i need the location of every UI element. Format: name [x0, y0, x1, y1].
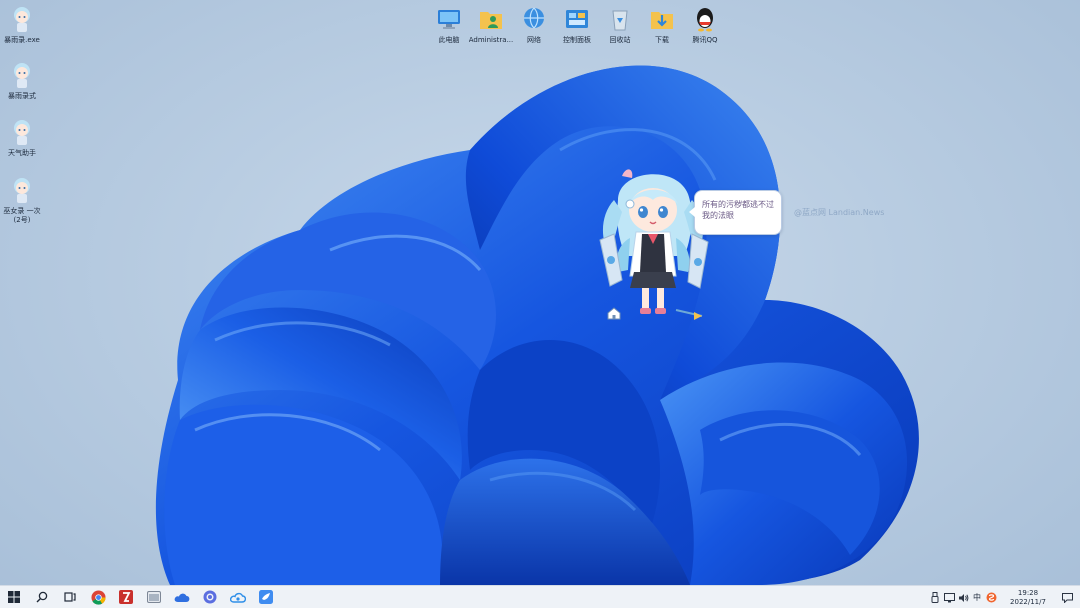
watermark: @蓝点网 Landian.News: [794, 208, 885, 217]
baidu-netdisk-button[interactable]: [224, 586, 252, 608]
desktop-icon-label: 此电脑: [438, 36, 460, 44]
recycle-bin-icon: [612, 10, 628, 31]
desktop-icon-baoyulu-shi[interactable]: 暴雨录式: [0, 60, 51, 101]
desktop-icon-label: 暴雨录式: [8, 92, 36, 100]
ime-indicator[interactable]: 中: [970, 586, 984, 608]
taskbar: 中 19:28 2022/11/7: [0, 585, 1080, 608]
qq-penguin-icon: [697, 8, 713, 32]
network-icon: [524, 7, 544, 29]
filezilla-icon: [119, 590, 133, 604]
user-folder-icon: [480, 12, 502, 29]
network-status-icon[interactable]: [942, 586, 956, 608]
usb-device-icon[interactable]: [928, 586, 942, 608]
desktop-icon-label: 天气助手: [8, 149, 36, 157]
desktop-icon-tencent-qq[interactable]: 腾讯QQ: [676, 4, 734, 45]
desktop-icon-label: 网络: [527, 36, 541, 44]
chrome-button[interactable]: [84, 586, 112, 608]
home-icon[interactable]: [606, 306, 622, 320]
pet-speech-bubble: 所有的污秽都逃不过我的法眼: [689, 190, 782, 235]
windows-logo-icon: [8, 591, 20, 603]
desktop-icon-label: 腾讯QQ: [692, 36, 718, 44]
netdisk-icon: [230, 592, 246, 603]
search-icon: [36, 591, 48, 603]
anime-girl-icon: [14, 7, 30, 32]
cloud-drive-button[interactable]: [168, 586, 196, 608]
clock-date: 2022/11/7: [1010, 597, 1046, 606]
volume-icon[interactable]: [956, 586, 970, 608]
clock[interactable]: 19:28 2022/11/7: [1002, 586, 1054, 608]
search-button[interactable]: [28, 586, 56, 608]
desktop-icon-label: 回收站: [609, 36, 631, 44]
cloud-drive-icon: [174, 593, 190, 602]
circle-app-icon: [203, 590, 217, 604]
task-view-icon: [64, 592, 76, 602]
chrome-icon: [90, 589, 106, 605]
bird-app-button[interactable]: [252, 586, 280, 608]
bird-app-icon: [259, 590, 273, 604]
circle-app-button[interactable]: [196, 586, 224, 608]
filezilla-button[interactable]: [112, 586, 140, 608]
desktop-icon-label: 巫女录 一次 (2号): [3, 207, 41, 224]
control-panel-icon: [566, 10, 588, 28]
computer-icon: [438, 10, 460, 29]
desktop-icon-label: 控制面板: [563, 36, 591, 44]
download-folder-icon: [651, 12, 673, 29]
bloom-wallpaper: [155, 65, 919, 585]
task-view-button[interactable]: [56, 586, 84, 608]
clock-time: 19:28: [1017, 588, 1039, 597]
desktop-pet-character[interactable]: [596, 160, 720, 322]
anime-girl-icon: [14, 63, 30, 88]
system-tray: 中 19:28 2022/11/7: [928, 586, 1080, 608]
desktop-icon-label: 暴雨录.exe: [4, 36, 40, 44]
desktop-icon-weather-assistant[interactable]: 天气助手: [0, 117, 51, 158]
anime-girl-icon: [14, 120, 30, 145]
start-button[interactable]: [0, 586, 28, 608]
sogou-ime-icon[interactable]: [984, 586, 998, 608]
anime-girl-icon: [14, 178, 30, 203]
desktop-icon-baoyulu-exe[interactable]: 暴雨录.exe: [0, 4, 51, 45]
desktop-icon-label: 下载: [655, 36, 669, 44]
notification-icon: [1061, 592, 1073, 603]
notification-center-button[interactable]: [1054, 586, 1080, 608]
app-window-button[interactable]: [140, 586, 168, 608]
pet-speech-text: 所有的污秽都逃不过我的法眼: [702, 200, 774, 220]
desktop-icon-wunv-lu[interactable]: 巫女录 一次 (2号): [0, 175, 51, 225]
window-app-icon: [147, 591, 161, 603]
